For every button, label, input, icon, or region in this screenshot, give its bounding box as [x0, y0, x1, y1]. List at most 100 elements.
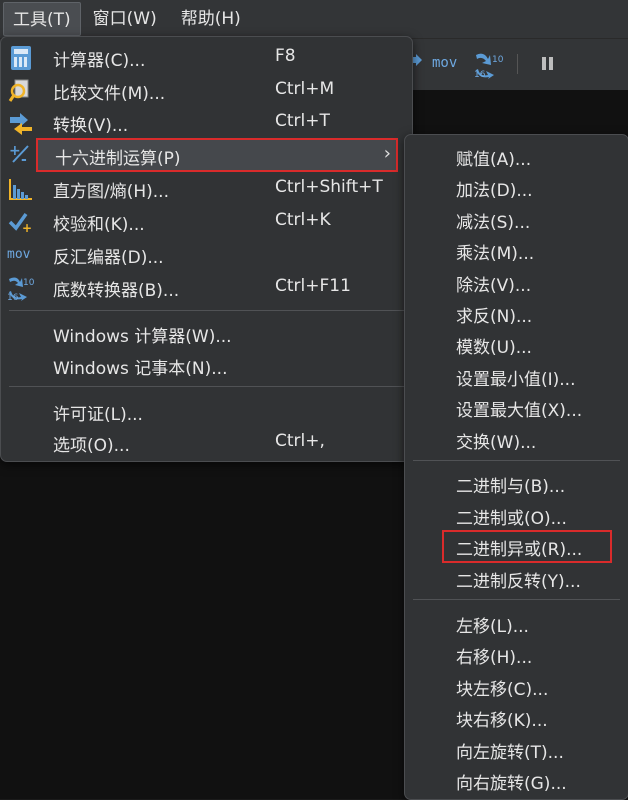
- menu-item-windows-calculator[interactable]: Windows 计算器(W)...: [1, 317, 412, 349]
- submenu-item-label: 右移(H)...: [456, 648, 533, 668]
- calculator-icon: [11, 46, 31, 70]
- menu-item-label: 许可证(L)...: [53, 405, 143, 425]
- submenu-item-label: 赋值(A)...: [456, 150, 532, 170]
- submenu-item-label: 减法(S)...: [456, 213, 531, 233]
- submenu-item-label: 二进制与(B)...: [456, 477, 566, 497]
- menu-separator: [9, 386, 404, 387]
- svg-text:10: 10: [492, 55, 504, 65]
- menu-tools[interactable]: 工具(T): [3, 2, 81, 36]
- menu-item-label: 直方图/熵(H)...: [53, 182, 169, 202]
- submenu-item-multiply[interactable]: 乘法(M)...: [405, 235, 628, 266]
- submenu-item-set-maximum[interactable]: 设置最大值(X)...: [405, 392, 628, 423]
- submenu-separator: [413, 460, 620, 461]
- svg-text:+: +: [22, 221, 32, 234]
- submenu-item-label: 块左移(C)...: [456, 680, 549, 700]
- disassembler-icon: mov: [7, 247, 31, 262]
- submenu-item-label: 向左旋转(T)...: [456, 743, 564, 763]
- submenu-item-set-minimum[interactable]: 设置最小值(I)...: [405, 361, 628, 392]
- menu-item-label: 计算器(C)...: [53, 51, 146, 71]
- submenu-item-binary-xor[interactable]: 二进制异或(R)...: [442, 530, 612, 563]
- menu-item-label: 校验和(K)...: [53, 215, 145, 235]
- submenu-item-label: 交换(W)...: [456, 433, 537, 453]
- submenu-item-binary-invert[interactable]: 二进制反转(Y)...: [405, 563, 628, 594]
- submenu-item-label: 块右移(K)...: [456, 711, 548, 731]
- menu-help[interactable]: 帮助(H): [169, 2, 253, 36]
- submenu-item-label: 除法(V)...: [456, 276, 532, 296]
- hex-operations-submenu: 赋值(A)... 加法(D)... 减法(S)... 乘法(M)... 除法(V…: [404, 134, 628, 800]
- submenu-item-block-shift-right[interactable]: 块右移(K)...: [405, 702, 628, 733]
- menu-item-shortcut: Ctrl+F11: [275, 276, 351, 296]
- menu-item-histogram[interactable]: 直方图/熵(H)... Ctrl+Shift+T: [1, 172, 412, 204]
- submenu-item-shift-left[interactable]: 左移(L)...: [405, 608, 628, 639]
- submenu-item-binary-or[interactable]: 二进制或(O)...: [405, 500, 628, 531]
- menu-item-checksum[interactable]: + 校验和(K)... Ctrl+K: [1, 205, 412, 237]
- submenu-item-label: 二进制异或(R)...: [456, 540, 583, 560]
- toolbar-separator: [517, 54, 518, 74]
- menu-item-license[interactable]: 许可证(L)...: [1, 395, 412, 427]
- svg-text:16: 16: [474, 70, 486, 79]
- submenu-item-rotate-left[interactable]: 向左旋转(T)...: [405, 734, 628, 765]
- menu-item-base-converter[interactable]: 10 16 底数转换器(B)... Ctrl+F11: [1, 271, 412, 303]
- pause-icon-bar: [549, 57, 553, 70]
- menu-item-shortcut: Ctrl+,: [275, 431, 325, 451]
- menu-item-label: Windows 记事本(N)...: [53, 359, 228, 379]
- submenu-item-subtract[interactable]: 减法(S)...: [405, 204, 628, 235]
- menu-item-shortcut: Ctrl+K: [275, 210, 331, 230]
- submenu-item-label: 左移(L)...: [456, 617, 529, 637]
- base-converter-toolbar-icon[interactable]: 10 16: [472, 49, 506, 79]
- menu-item-shortcut: F8: [275, 46, 296, 66]
- svg-text:-: -: [21, 152, 27, 166]
- submenu-item-label: 二进制或(O)...: [456, 509, 567, 529]
- menu-window[interactable]: 窗口(W): [81, 2, 169, 36]
- submenu-item-label: 二进制反转(Y)...: [456, 572, 581, 592]
- menu-item-calculator[interactable]: 计算器(C)... F8: [1, 41, 412, 73]
- submenu-item-label: 加法(D)...: [456, 181, 533, 201]
- pause-icon[interactable]: [542, 57, 546, 70]
- tools-menu: 计算器(C)... F8 比较文件(M)... Ctrl+M 转换(V)... …: [0, 36, 413, 462]
- submenu-item-block-shift-left[interactable]: 块左移(C)...: [405, 671, 628, 702]
- menu-item-options[interactable]: 选项(O)... Ctrl+,: [1, 426, 412, 458]
- submenu-separator: [413, 599, 620, 600]
- menu-item-label: 底数转换器(B)...: [53, 281, 180, 301]
- menu-separator: [9, 310, 404, 311]
- submenu-item-rotate-right[interactable]: 向右旋转(G)...: [405, 765, 628, 796]
- submenu-item-label: 设置最大值(X)...: [456, 401, 583, 421]
- compare-files-icon: [8, 79, 29, 102]
- submenu-item-negate[interactable]: 求反(N)...: [405, 298, 628, 329]
- menu-item-label: 比较文件(M)...: [53, 84, 166, 104]
- submenu-item-label: 模数(U)...: [456, 338, 532, 358]
- submenu-item-label: 设置最小值(I)...: [456, 370, 576, 390]
- menu-item-hex-operations[interactable]: 十六进制运算(P) ›: [36, 138, 398, 172]
- checksum-icon: +: [8, 212, 32, 234]
- submenu-item-label: 求反(N)...: [456, 307, 533, 327]
- menu-item-disassembler[interactable]: mov 反汇编器(D)...: [1, 238, 412, 270]
- submenu-item-label: 乘法(M)...: [456, 244, 535, 264]
- menu-item-label: 十六进制运算(P): [55, 149, 181, 169]
- menu-item-compare-files[interactable]: 比较文件(M)... Ctrl+M: [1, 74, 412, 106]
- chevron-right-icon: ›: [383, 143, 391, 164]
- disassembler-toolbar-icon[interactable]: mov: [432, 55, 457, 71]
- menu-item-shortcut: Ctrl+T: [275, 111, 330, 131]
- submenu-item-binary-and[interactable]: 二进制与(B)...: [405, 468, 628, 499]
- menu-item-label: 选项(O)...: [53, 436, 130, 456]
- submenu-item-swap[interactable]: 交换(W)...: [405, 424, 628, 455]
- histogram-icon: [9, 179, 32, 200]
- submenu-item-label: 向右旋转(G)...: [456, 774, 567, 794]
- svg-text:10: 10: [23, 278, 35, 288]
- submenu-item-add[interactable]: 加法(D)...: [405, 172, 628, 203]
- menu-item-label: 转换(V)...: [53, 116, 129, 136]
- menu-item-shortcut: Ctrl+Shift+T: [275, 177, 383, 197]
- submenu-item-divide[interactable]: 除法(V)...: [405, 267, 628, 298]
- submenu-item-assign[interactable]: 赋值(A)...: [405, 141, 628, 172]
- menu-item-shortcut: Ctrl+M: [275, 79, 335, 99]
- convert-icon: [10, 113, 32, 135]
- base-converter-icon: 10 16: [7, 277, 35, 301]
- menu-item-windows-notepad[interactable]: Windows 记事本(N)...: [1, 349, 412, 381]
- svg-text:16: 16: [7, 293, 19, 301]
- hex-operations-icon: + -: [9, 143, 29, 166]
- menubar: 工具(T) 窗口(W) 帮助(H): [0, 0, 628, 39]
- submenu-item-modulo[interactable]: 模数(U)...: [405, 329, 628, 360]
- submenu-item-shift-right[interactable]: 右移(H)...: [405, 639, 628, 670]
- menu-item-label: 反汇编器(D)...: [53, 248, 164, 268]
- menu-item-convert[interactable]: 转换(V)... Ctrl+T: [1, 106, 412, 138]
